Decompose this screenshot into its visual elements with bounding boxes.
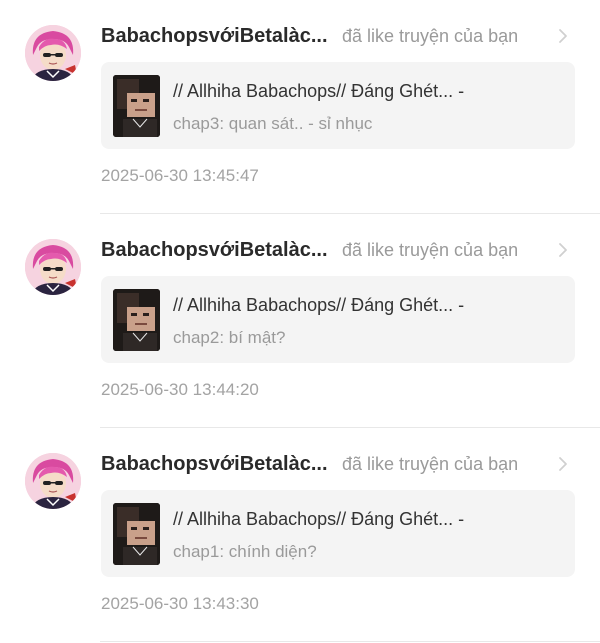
divider (100, 641, 600, 642)
user-name[interactable]: BabachopsvớiBetalàc... (101, 24, 331, 48)
avatar-icon (25, 453, 81, 509)
timestamp: 2025-06-30 13:43:30 (101, 594, 259, 613)
story-cover-thumbnail (113, 75, 160, 137)
notification-item[interactable]: BabachopsvớiBetalàc... đã like truyện củ… (0, 0, 600, 214)
avatar-icon (25, 239, 81, 295)
story-title: // Allhiha Babachops// Đáng Ghét... - (173, 81, 465, 101)
notification-item[interactable]: BabachopsvớiBetalàc... đã like truyện củ… (0, 428, 600, 642)
chevron-right-icon[interactable] (555, 240, 571, 260)
avatar-icon (25, 25, 81, 81)
timestamp: 2025-06-30 13:45:47 (101, 166, 259, 185)
story-cover-icon (113, 75, 160, 137)
user-name[interactable]: BabachopsvớiBetalàc... (101, 238, 331, 262)
action-text: đã like truyện của bạn (342, 26, 519, 46)
story-title: // Allhiha Babachops// Đáng Ghét... - (173, 509, 465, 529)
chevron-right-icon[interactable] (555, 454, 571, 474)
user-avatar[interactable] (25, 25, 81, 81)
story-cover-thumbnail (113, 289, 160, 351)
chevron-right-icon[interactable] (555, 26, 571, 46)
story-cover-thumbnail (113, 503, 160, 565)
action-text: đã like truyện của bạn (342, 240, 519, 260)
chapter-title: chap1: chính diện? (173, 542, 317, 561)
story-cover-icon (113, 289, 160, 351)
chapter-title: chap3: quan sát.. - sỉ nhục (173, 114, 373, 133)
story-cover-icon (113, 503, 160, 565)
notification-feed: BabachopsvớiBetalàc... đã like truyện củ… (0, 0, 600, 642)
story-card[interactable]: // Allhiha Babachops// Đáng Ghét... - ch… (101, 490, 575, 577)
story-card[interactable]: // Allhiha Babachops// Đáng Ghét... - ch… (101, 62, 575, 149)
story-card[interactable]: // Allhiha Babachops// Đáng Ghét... - ch… (101, 276, 575, 363)
chapter-title: chap2: bí mật? (173, 328, 286, 347)
timestamp: 2025-06-30 13:44:20 (101, 380, 259, 399)
story-title: // Allhiha Babachops// Đáng Ghét... - (173, 295, 465, 315)
action-text: đã like truyện của bạn (342, 454, 519, 474)
user-name[interactable]: BabachopsvớiBetalàc... (101, 452, 331, 476)
user-avatar[interactable] (25, 239, 81, 295)
notification-item[interactable]: BabachopsvớiBetalàc... đã like truyện củ… (0, 214, 600, 428)
user-avatar[interactable] (25, 453, 81, 509)
